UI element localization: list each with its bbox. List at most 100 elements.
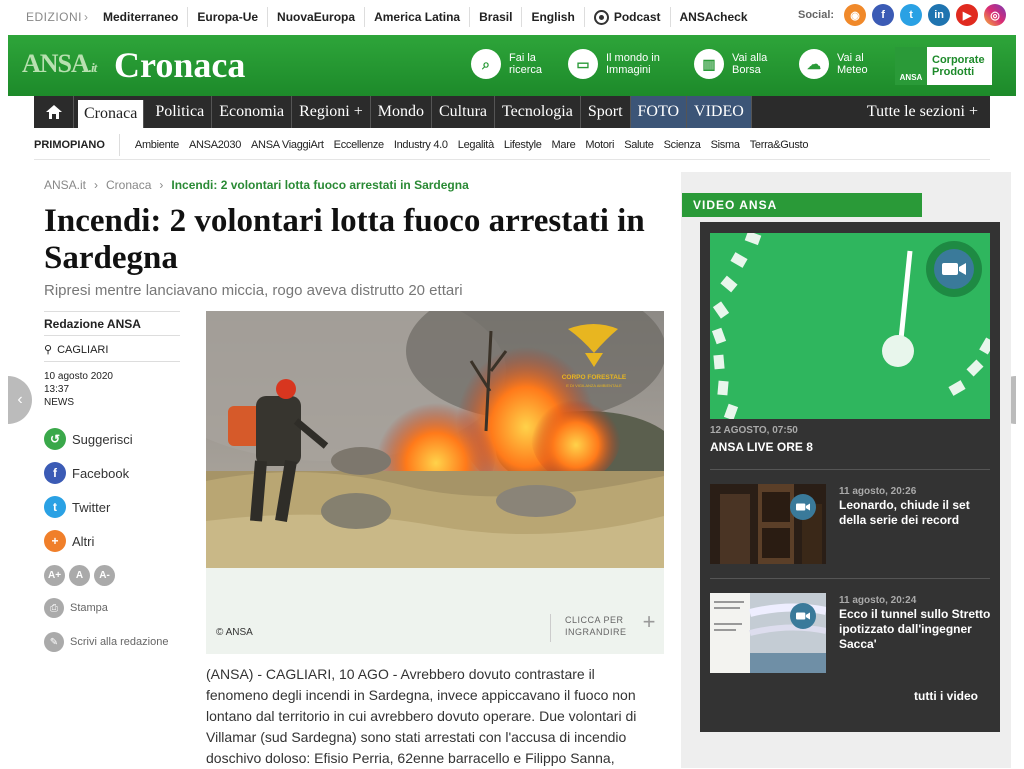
divider — [710, 578, 990, 579]
section-title[interactable]: Cronaca — [114, 44, 245, 86]
subnav-eccellenze[interactable]: Eccellenze — [329, 139, 389, 151]
subnav-legalita[interactable]: Legalità — [453, 139, 499, 151]
edition-link-europa-ue[interactable]: Europa-Ue — [188, 7, 269, 27]
facebook-icon[interactable]: f — [872, 4, 895, 26]
subnav-salute[interactable]: Salute — [619, 139, 658, 151]
map-pin-icon: ⚲ — [44, 344, 53, 356]
subnav-ansa2030[interactable]: ANSA2030 — [184, 139, 246, 151]
video-section-tag[interactable]: VIDEO ANSA — [682, 193, 922, 217]
video-camera-icon — [790, 494, 816, 520]
article-body: (ANSA) - CAGLIARI, 10 AGO - Avrebbero do… — [206, 664, 664, 769]
nav-regioni[interactable]: Regioni + — [292, 96, 371, 128]
chevron-right-icon: › — [94, 178, 99, 192]
article-photo[interactable]: CORPO FORESTALE E DI VIGILANZA AMBIENTAL… — [206, 311, 664, 568]
video-date: 11 agosto, 20:24 — [839, 595, 917, 606]
chart-icon: ▥ — [694, 49, 724, 79]
prev-arrow-icon[interactable]: ‹ — [8, 376, 32, 424]
nav-cultura[interactable]: Cultura — [432, 96, 495, 128]
enlarge-button[interactable]: CLICCA PER INGRANDIRE + — [550, 609, 664, 642]
main-video-title[interactable]: ANSA LIVE ORE 8 — [710, 440, 813, 454]
subnav-industry[interactable]: Industry 4.0 — [389, 139, 453, 151]
twitter-icon[interactable]: t — [900, 4, 923, 26]
edition-link-america-latina[interactable]: America Latina — [365, 7, 471, 27]
nav-foto[interactable]: FOTO — [630, 96, 688, 128]
monitor-icon: ▭ — [568, 49, 598, 79]
podcast-icon — [593, 9, 609, 25]
ansa-mark-icon: ANSA — [895, 47, 927, 85]
main-video-thumbnail[interactable] — [710, 233, 990, 419]
nav-video[interactable]: VIDEO — [687, 96, 752, 128]
search-label-2: ricerca — [509, 64, 543, 76]
images-label-1: Il mondo in — [606, 52, 660, 64]
video-thumbnail[interactable] — [710, 484, 826, 564]
linkedin-icon[interactable]: in — [928, 4, 951, 26]
breadcrumb-home[interactable]: ANSA.it — [44, 178, 86, 192]
subnav-terragusto[interactable]: Terra&Gusto — [745, 139, 813, 151]
images-button[interactable]: ▭ Il mondo in Immagini — [568, 49, 660, 79]
sub-nav: PRIMOPIANO Ambiente ANSA2030 ANSA Viaggi… — [34, 130, 990, 160]
social-links: Social: ◉ f t in ▶ ◎ — [798, 4, 1007, 26]
subnav-mare[interactable]: Mare — [547, 139, 581, 151]
plus-icon: + — [642, 609, 656, 634]
video-title[interactable]: Ecco il tunnel sullo Stretto ipotizzato … — [839, 607, 994, 652]
nav-politica[interactable]: Politica — [148, 96, 213, 128]
stock-label-2: Borsa — [732, 64, 761, 76]
nav-sport[interactable]: Sport — [581, 96, 631, 128]
search-label-1: Fai la — [509, 52, 536, 64]
twitter-share-button[interactable]: t Twitter — [44, 496, 180, 518]
youtube-icon[interactable]: ▶ — [956, 4, 979, 26]
weather-button[interactable]: ☁ Vai al Meteo — [799, 49, 868, 79]
nav-economia[interactable]: Economia — [212, 96, 293, 128]
subnav-viaggiart[interactable]: ANSA ViaggiArt — [246, 139, 329, 151]
edition-link-english[interactable]: English — [522, 7, 585, 27]
podcast-link[interactable]: Podcast — [585, 7, 671, 27]
ansacheck-link[interactable]: ANSAcheck — [671, 7, 757, 27]
instagram-icon[interactable]: ◎ — [984, 4, 1007, 26]
nav-mondo[interactable]: Mondo — [371, 96, 432, 128]
subnav-motori[interactable]: Motori — [580, 139, 619, 151]
nav-tecnologia[interactable]: Tecnologia — [495, 96, 581, 128]
stock-label-1: Vai alla — [732, 52, 768, 64]
ansa-logo[interactable]: ANSA.it — [22, 49, 97, 79]
edition-link-nuovaeuropa[interactable]: NuovaEuropa — [268, 7, 366, 27]
edition-link-mediterraneo[interactable]: Mediterraneo — [94, 7, 189, 27]
facebook-share-button[interactable]: f Facebook — [44, 462, 180, 484]
subnav-ambiente[interactable]: Ambiente — [130, 139, 184, 151]
nav-all-sections[interactable]: Tutte le sezioni + — [860, 96, 990, 128]
svg-text:E DI VIGILANZA AMBIENTALE: E DI VIGILANZA AMBIENTALE — [566, 383, 622, 388]
font-increase-button[interactable]: A+ — [44, 565, 65, 586]
print-label: Stampa — [70, 602, 108, 614]
nav-cronaca[interactable]: Cronaca — [78, 100, 145, 128]
primopiano-label[interactable]: PRIMOPIANO — [34, 133, 120, 156]
video-play-button[interactable] — [926, 241, 982, 297]
home-icon[interactable] — [34, 96, 74, 128]
body-line: doschivo doloso: Efisio Perria, 62enne b… — [206, 750, 615, 766]
enlarge-label-1: CLICCA PER — [565, 615, 624, 625]
rss-icon[interactable]: ◉ — [844, 4, 867, 26]
subnav-scienza[interactable]: Scienza — [659, 139, 706, 151]
more-share-button[interactable]: + Altri — [44, 530, 180, 552]
suggest-button[interactable]: ↺ Suggerisci — [44, 428, 180, 450]
breadcrumb-current: Incendi: 2 volontari lotta fuoco arresta… — [171, 178, 469, 192]
pencil-icon: ✎ — [44, 632, 64, 652]
subnav-sisma[interactable]: Sisma — [706, 139, 745, 151]
edition-link-brasil[interactable]: Brasil — [470, 7, 523, 27]
corporate-button[interactable]: ANSA Corporate Prodotti — [895, 47, 992, 85]
editions-label: EDIZIONI — [26, 10, 83, 24]
logo-text: ANSA — [22, 49, 90, 78]
font-default-button[interactable]: A — [69, 565, 90, 586]
video-title[interactable]: Leonardo, chiude il set della serie dei … — [839, 498, 994, 528]
stock-button[interactable]: ▥ Vai alla Borsa — [694, 49, 767, 79]
facebook-label: Facebook — [72, 465, 130, 481]
subnav-lifestyle[interactable]: Lifestyle — [499, 139, 547, 151]
article-date: 10 agosto 2020 — [44, 371, 113, 382]
breadcrumb-section[interactable]: Cronaca — [106, 178, 151, 192]
write-editor-button[interactable]: ✎ Scrivi alla redazione — [44, 632, 168, 652]
font-decrease-button[interactable]: A- — [94, 565, 115, 586]
print-button[interactable]: ⎙ Stampa — [44, 598, 108, 618]
suggest-label: Suggerisci — [72, 431, 133, 447]
video-thumbnail[interactable] — [710, 593, 826, 673]
search-button[interactable]: ⌕ Fai la ricerca — [471, 49, 542, 79]
plus-icon: + — [44, 530, 66, 552]
all-videos-link[interactable]: tutti i video — [914, 689, 978, 703]
